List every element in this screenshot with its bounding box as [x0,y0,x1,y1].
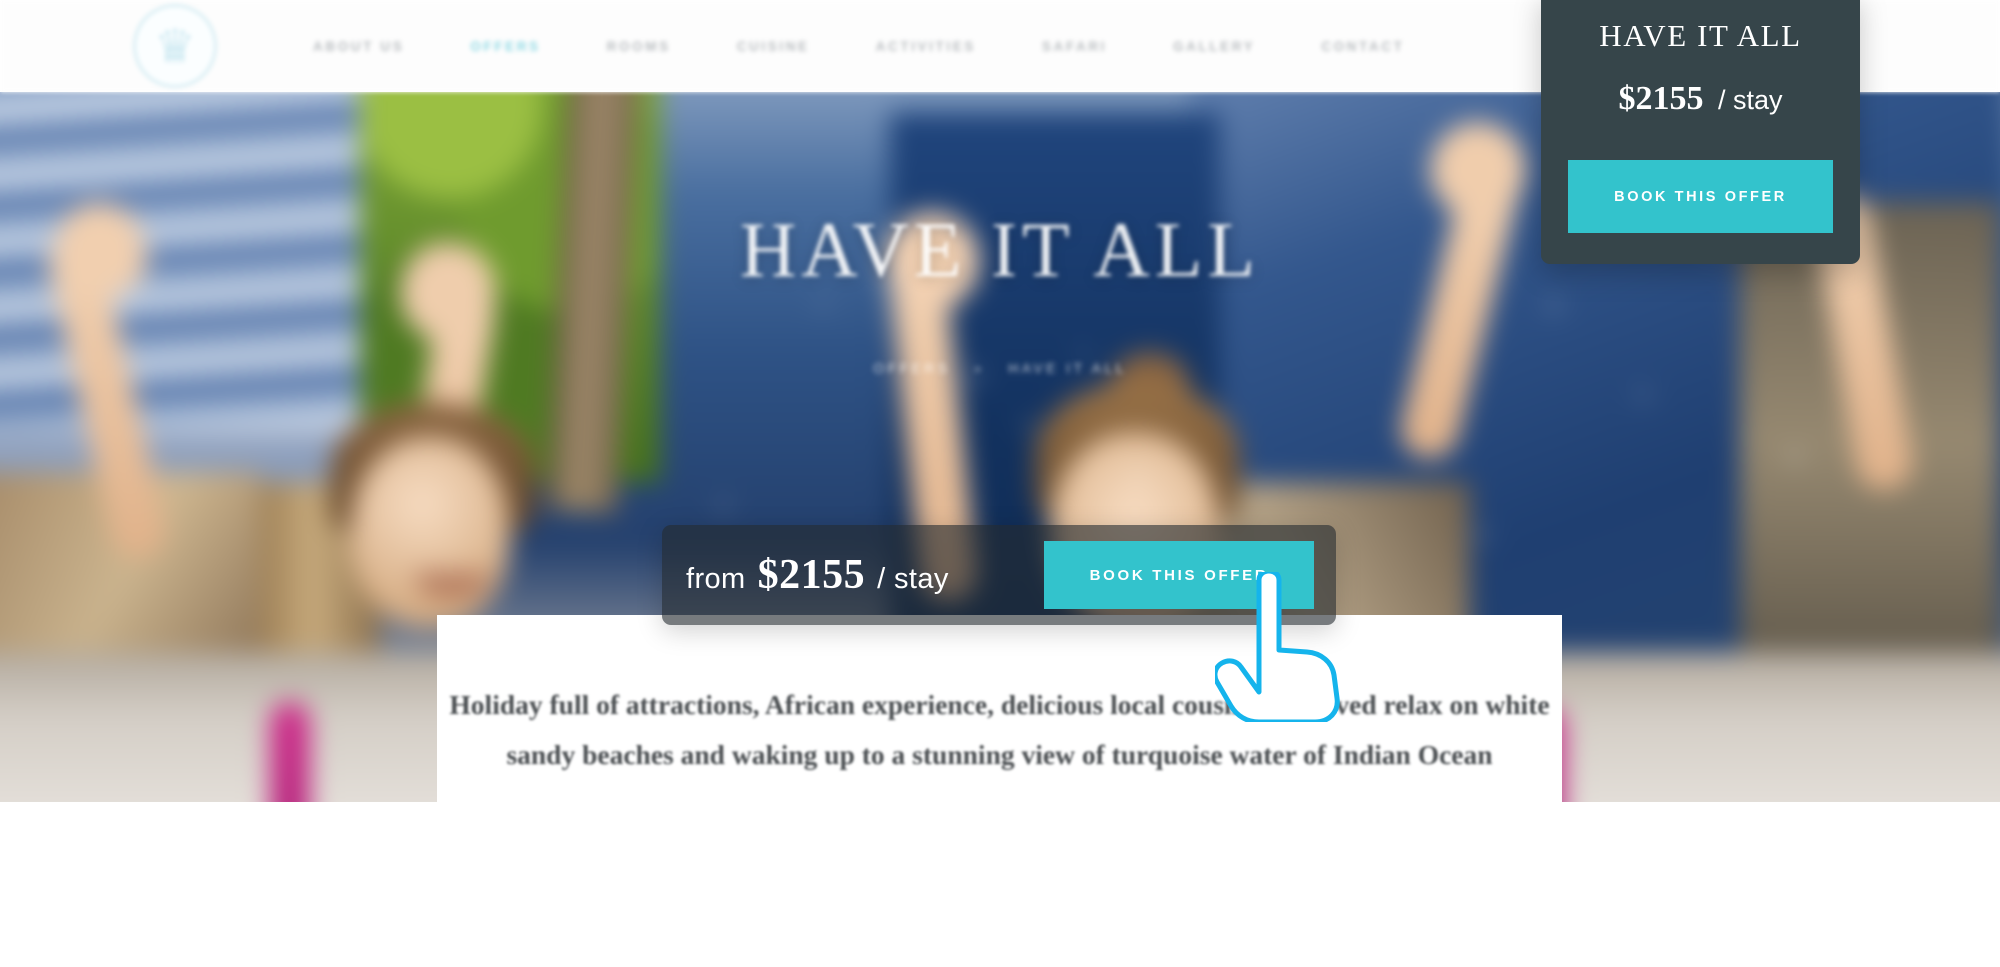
nav-item-offers[interactable]: OFFERS [437,39,573,54]
price-from-label: from [686,563,746,595]
main-navigation: ABOUT US OFFERS ROOMS CUISINE ACTIVITIES… [280,0,1437,92]
breadcrumb-current: HAVE IT ALL [1008,360,1127,376]
breadcrumb: OFFERS » HAVE IT ALL [0,360,2000,376]
site-logo[interactable]: ♛ [133,4,217,88]
page-root: HAVE IT ALL OFFERS » HAVE IT ALL Holiday… [0,0,2000,967]
breadcrumb-separator-icon: » [973,360,985,376]
nav-item-safari[interactable]: SAFARI [1009,39,1140,54]
nav-item-gallery[interactable]: GALLERY [1140,39,1288,54]
nav-item-activities[interactable]: ACTIVITIES [843,39,1009,54]
offer-panel-price: $2155 / stay [1541,80,1860,118]
offer-panel-unit: / stay [1717,85,1783,115]
book-this-offer-button-panel[interactable]: BOOK THIS OFFER [1568,160,1833,233]
offer-panel-title: HAVE IT ALL [1599,18,1802,53]
breadcrumb-parent[interactable]: OFFERS [873,360,950,376]
nav-item-cuisine[interactable]: CUISINE [704,39,843,54]
nav-item-rooms[interactable]: ROOMS [574,39,704,54]
nav-item-about-us[interactable]: ABOUT US [280,39,437,54]
sticky-offer-panel: HAVE IT ALL $2155 / stay BOOK THIS OFFER [1541,0,1860,264]
nav-item-contact[interactable]: CONTACT [1288,39,1437,54]
price-amount: $2155 [757,552,866,598]
price-banner: from $2155 / stay BOOK THIS OFFER [662,525,1336,625]
book-this-offer-button-banner[interactable]: BOOK THIS OFFER [1044,541,1314,609]
offer-panel-amount: $2155 [1618,80,1704,117]
price-unit: / stay [877,563,949,595]
price-text-group: from $2155 / stay [686,551,949,599]
crown-palm-logo-icon: ♛ [154,20,196,72]
offer-description: Holiday full of attractions, African exp… [449,689,1550,770]
